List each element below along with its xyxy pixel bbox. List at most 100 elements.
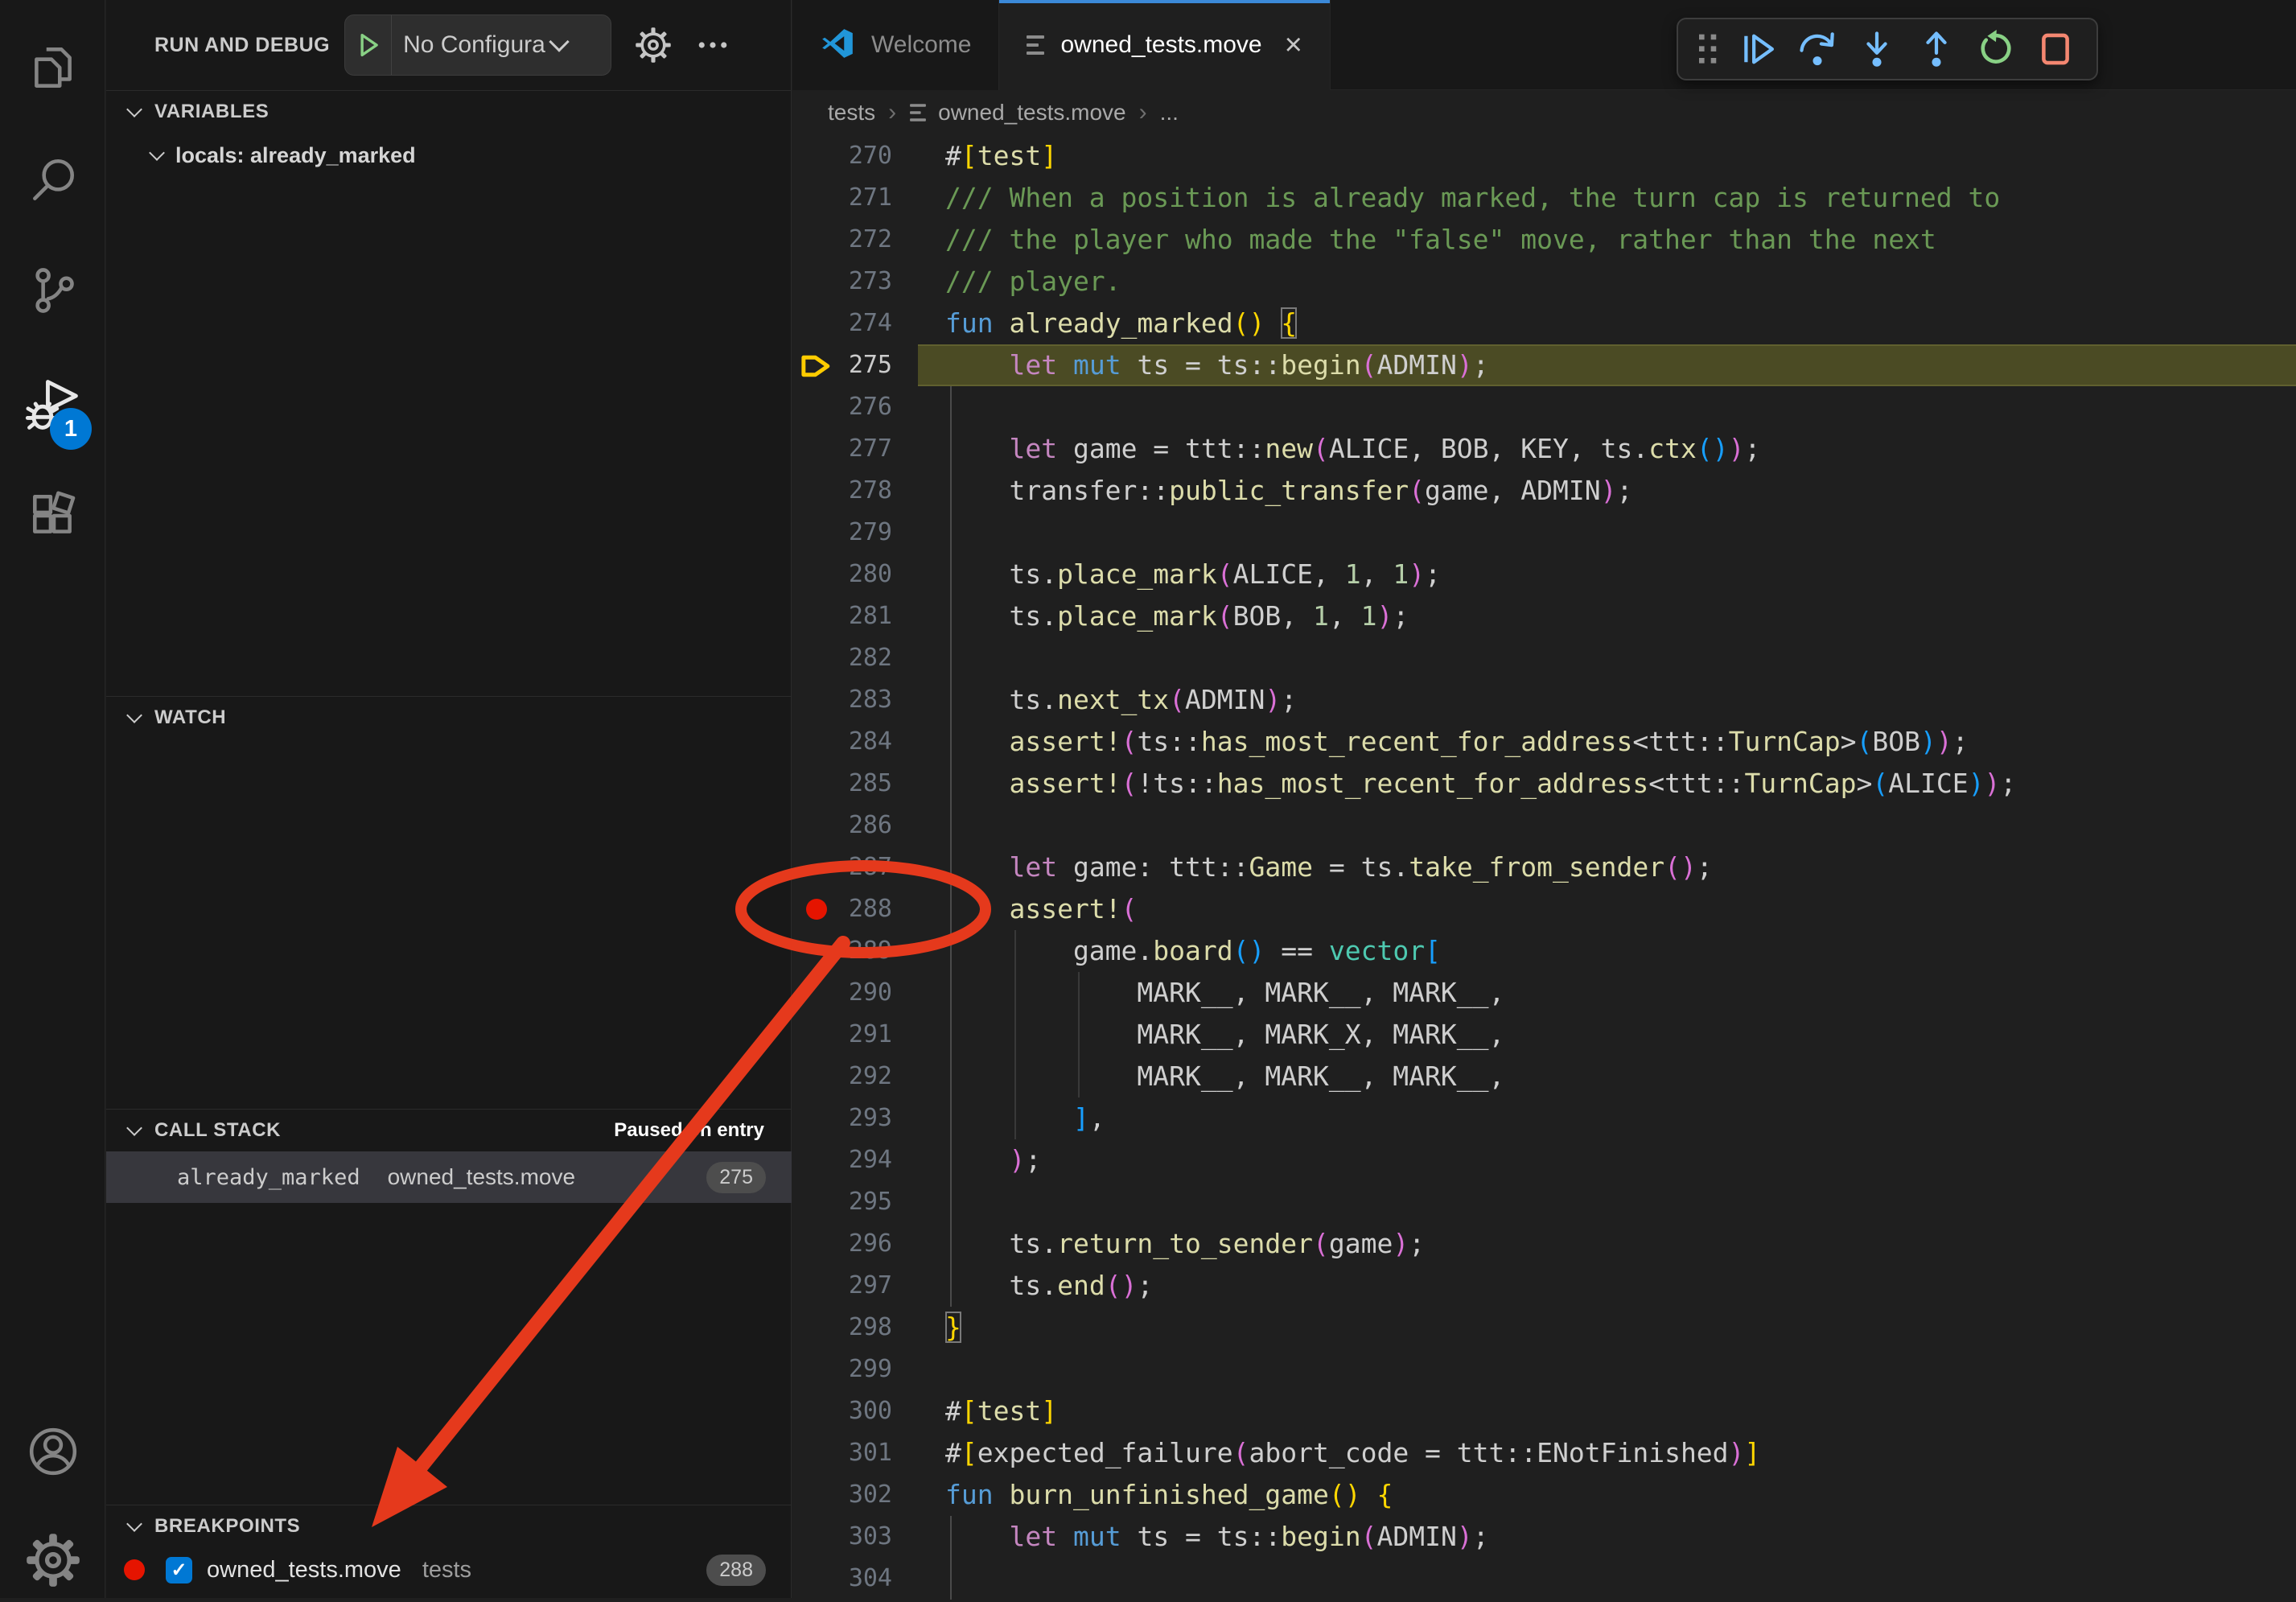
line-number[interactable]: 302	[792, 1474, 892, 1516]
debug-settings-gear-button[interactable]	[634, 26, 673, 64]
code-line[interactable]: 291 MARK__, MARK_X, MARK__,	[792, 1014, 2296, 1056]
code-line[interactable]: 285 assert!(!ts::has_most_recent_for_add…	[792, 763, 2296, 805]
continue-button[interactable]	[1730, 23, 1786, 75]
line-number[interactable]: 280	[792, 554, 892, 595]
sidebar-item-explorer[interactable]	[0, 29, 105, 109]
debug-config-dropdown[interactable]: No Configura	[344, 14, 611, 76]
line-number[interactable]: 297	[792, 1265, 892, 1307]
breadcrumb-item-symbol[interactable]: ...	[1160, 100, 1179, 126]
line-number[interactable]: 282	[792, 637, 892, 679]
code-line[interactable]: 288 assert!(	[792, 888, 2296, 930]
code-line[interactable]: 303 let mut ts = ts::begin(ADMIN);	[792, 1516, 2296, 1558]
stop-button[interactable]	[2027, 23, 2084, 75]
line-number[interactable]: 276	[792, 386, 892, 428]
toolbar-drag-grip[interactable]	[1689, 23, 1726, 75]
code-line[interactable]: 280 ts.place_mark(ALICE, 1, 1);	[792, 554, 2296, 595]
code-line[interactable]: 283 ts.next_tx(ADMIN);	[792, 679, 2296, 721]
code-area[interactable]: 270#[test]271/// When a position is alre…	[792, 135, 2296, 1598]
code-line[interactable]: 284 assert!(ts::has_most_recent_for_addr…	[792, 721, 2296, 763]
line-number[interactable]: 272	[792, 219, 892, 261]
line-number[interactable]: 304	[792, 1558, 892, 1600]
line-number[interactable]: 290	[792, 972, 892, 1014]
breakpoint-list-item[interactable]: ✓ owned_tests.move tests 288	[106, 1547, 792, 1592]
views-more-button[interactable]	[695, 27, 730, 63]
breadcrumb-item-file[interactable]: owned_tests.move	[938, 100, 1125, 126]
line-number[interactable]: 292	[792, 1056, 892, 1098]
line-number[interactable]: 281	[792, 595, 892, 637]
sidebar-item-source-control[interactable]	[0, 252, 105, 332]
line-number[interactable]: 296	[792, 1223, 892, 1265]
code-line[interactable]: 292 MARK__, MARK__, MARK__,	[792, 1056, 2296, 1098]
line-number[interactable]: 298	[792, 1307, 892, 1349]
code-line[interactable]: 271/// When a position is already marked…	[792, 177, 2296, 219]
code-line[interactable]: 274fun already_marked() {	[792, 303, 2296, 344]
variables-section-header[interactable]: VARIABLES	[106, 91, 792, 133]
code-line[interactable]: 299	[792, 1349, 2296, 1390]
step-out-button[interactable]	[1908, 23, 1965, 75]
code-line[interactable]: 300#[test]	[792, 1390, 2296, 1432]
line-number[interactable]: 274	[792, 303, 892, 344]
code-line[interactable]: 290 MARK__, MARK__, MARK__,	[792, 972, 2296, 1014]
line-number[interactable]: 291	[792, 1014, 892, 1056]
code-line[interactable]: 289 game.board() == vector[	[792, 930, 2296, 972]
line-number[interactable]: 275	[792, 344, 892, 386]
code-line[interactable]: 297 ts.end();	[792, 1265, 2296, 1307]
line-number[interactable]: 293	[792, 1098, 892, 1139]
breadcrumb-item-tests[interactable]: tests	[828, 100, 875, 126]
code-line[interactable]: 293 ],	[792, 1098, 2296, 1139]
code-line[interactable]: 276	[792, 386, 2296, 428]
code-line[interactable]: 296 ts.return_to_sender(game);	[792, 1223, 2296, 1265]
step-over-button[interactable]	[1789, 23, 1845, 75]
line-number[interactable]: 270	[792, 135, 892, 177]
start-debugging-button[interactable]	[345, 15, 392, 75]
code-line[interactable]: 279	[792, 512, 2296, 554]
settings-button[interactable]	[0, 1522, 105, 1602]
tab-owned-tests-move[interactable]: owned_tests.move ×	[999, 0, 1330, 90]
code-line[interactable]: 301#[expected_failure(abort_code = ttt::…	[792, 1432, 2296, 1474]
restart-button[interactable]	[1968, 23, 2024, 75]
line-number[interactable]: 300	[792, 1390, 892, 1432]
line-number[interactable]: 285	[792, 763, 892, 805]
code-line[interactable]: 287 let game: ttt::Game = ts.take_from_s…	[792, 846, 2296, 888]
code-line[interactable]: 295	[792, 1181, 2296, 1223]
code-line[interactable]: 298}	[792, 1307, 2296, 1349]
line-number[interactable]: 299	[792, 1349, 892, 1390]
line-number[interactable]: 283	[792, 679, 892, 721]
code-line[interactable]: 282	[792, 637, 2296, 679]
line-number[interactable]: 278	[792, 470, 892, 512]
line-number[interactable]: 294	[792, 1139, 892, 1181]
code-line[interactable]: 281 ts.place_mark(BOB, 1, 1);	[792, 595, 2296, 637]
code-line[interactable]: 277 let game = ttt::new(ALICE, BOB, KEY,…	[792, 428, 2296, 470]
line-number[interactable]: 295	[792, 1181, 892, 1223]
line-number[interactable]: 277	[792, 428, 892, 470]
line-number[interactable]: 284	[792, 721, 892, 763]
code-line[interactable]: 275 let mut ts = ts::begin(ADMIN);	[792, 344, 2296, 386]
breakpoints-section-header[interactable]: BREAKPOINTS	[106, 1505, 792, 1547]
code-line[interactable]: 270#[test]	[792, 135, 2296, 177]
close-icon[interactable]: ×	[1285, 30, 1302, 60]
code-line[interactable]: 278 transfer::public_transfer(game, ADMI…	[792, 470, 2296, 512]
line-number[interactable]: 271	[792, 177, 892, 219]
tab-welcome[interactable]: Welcome	[792, 0, 999, 90]
line-number[interactable]: 301	[792, 1432, 892, 1474]
line-number[interactable]: 273	[792, 261, 892, 303]
call-stack-section-header[interactable]: CALL STACK Paused on entry	[106, 1110, 792, 1151]
line-number[interactable]: 287	[792, 846, 892, 888]
breakpoint-checkbox[interactable]: ✓	[166, 1557, 192, 1583]
code-line[interactable]: 273/// player.	[792, 261, 2296, 303]
code-line[interactable]: 294 );	[792, 1139, 2296, 1181]
sidebar-item-run-and-debug[interactable]: 1	[0, 366, 105, 447]
watch-section-header[interactable]: WATCH	[106, 697, 792, 739]
line-number[interactable]: 303	[792, 1516, 892, 1558]
line-number[interactable]: 288	[792, 888, 892, 930]
code-line[interactable]: 304	[792, 1558, 2296, 1600]
sidebar-item-search[interactable]	[0, 142, 105, 222]
accounts-button[interactable]	[0, 1413, 105, 1493]
code-line[interactable]: 286	[792, 805, 2296, 846]
sidebar-item-extensions[interactable]	[0, 477, 105, 558]
line-number[interactable]: 289	[792, 930, 892, 972]
line-number[interactable]: 279	[792, 512, 892, 554]
code-line[interactable]: 272/// the player who made the "false" m…	[792, 219, 2296, 261]
variables-scope-locals[interactable]: locals: already_marked	[106, 133, 792, 178]
call-stack-frame[interactable]: already_marked owned_tests.move 275	[106, 1151, 792, 1203]
